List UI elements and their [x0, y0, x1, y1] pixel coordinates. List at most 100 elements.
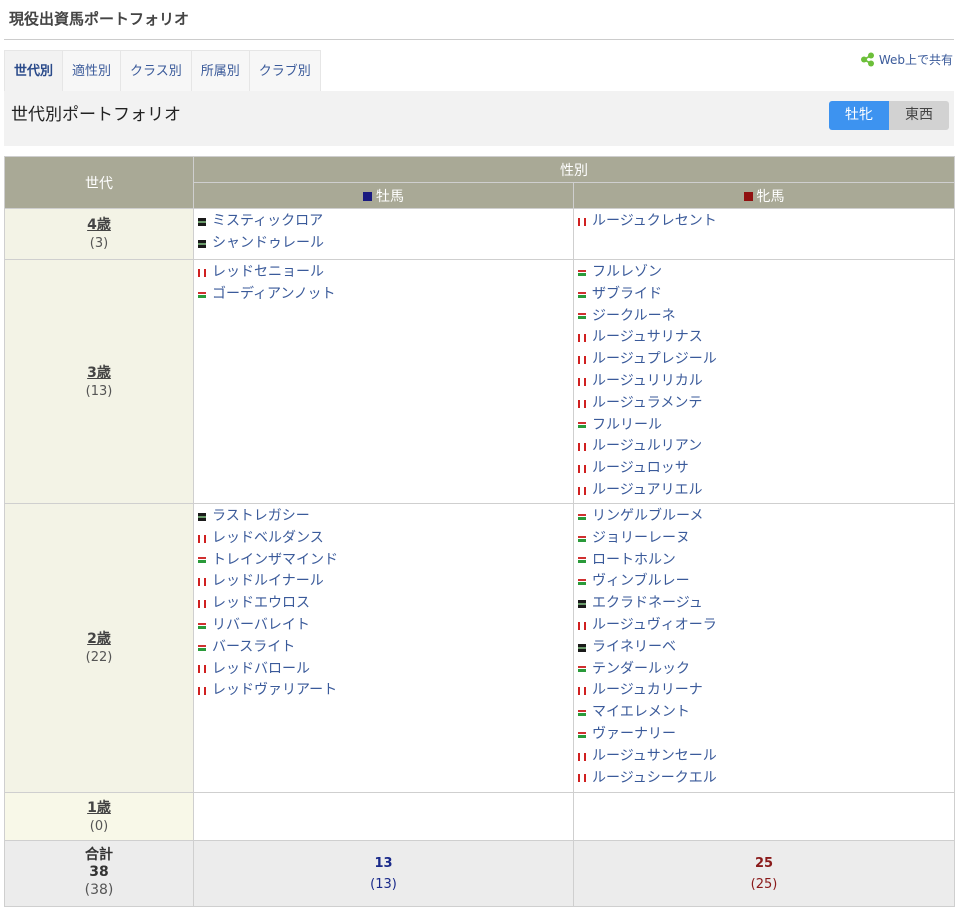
horse-link[interactable]: レッドセニョール: [198, 262, 573, 284]
horse-link[interactable]: ルージュラメンテ: [578, 393, 954, 415]
horse-name: ミスティックロア: [212, 213, 324, 229]
horse-link[interactable]: ルージュアリエル: [578, 480, 954, 502]
horse-link[interactable]: レッドルイナール: [198, 571, 573, 593]
subheader-panel: 世代別ポートフォリオ 牡牝 東西: [4, 91, 954, 146]
generation-link[interactable]: 3歳: [5, 362, 193, 382]
tab-aptitude[interactable]: 適性別: [62, 50, 122, 91]
share-label: Web上で共有: [878, 53, 953, 67]
horse-name: ルージュロッサ: [592, 460, 689, 477]
horse-link[interactable]: ルージュサリナス: [578, 327, 954, 349]
horse-link[interactable]: フルレゾン: [578, 262, 954, 284]
silk-icon: [578, 465, 586, 474]
total-count: (38): [84, 882, 114, 898]
horse-name: ジョリーレーヌ: [592, 529, 690, 546]
horse-name: ルージュシークエル: [592, 769, 717, 786]
horse-link[interactable]: ミスティックロア: [198, 211, 573, 233]
horse-link[interactable]: ザブライド: [578, 284, 954, 306]
horse-name: リバーバレイト: [212, 616, 310, 633]
horse-link[interactable]: ルージュヴィオーラ: [578, 615, 954, 637]
silk-icon: [578, 356, 586, 365]
tab-affiliation[interactable]: 所属別: [190, 50, 250, 91]
horse-name: ザブライド: [592, 285, 662, 302]
horse-link[interactable]: ジークルーネ: [578, 306, 954, 328]
horse-link[interactable]: バースライト: [198, 637, 573, 659]
horse-link[interactable]: マイエレメント: [578, 702, 954, 724]
horse-link[interactable]: ルージュプレジール: [578, 349, 954, 371]
tab-generation[interactable]: 世代別: [4, 50, 64, 91]
horse-link[interactable]: ロートホルン: [578, 550, 954, 572]
horse-link[interactable]: リバーバレイト: [198, 615, 573, 637]
generation-link[interactable]: 1歳: [5, 797, 193, 817]
silk-icon: [578, 687, 586, 696]
silk-icon: [578, 709, 586, 718]
share-icon: [860, 52, 874, 67]
page-title: 現役出資馬ポートフォリオ: [9, 10, 190, 28]
horse-link[interactable]: レッドエウロス: [198, 593, 573, 615]
horse-name: ルージュヴィオーラ: [592, 616, 717, 633]
silk-icon: [578, 665, 586, 674]
horse-name: トレインザマインド: [212, 551, 338, 568]
horse-link[interactable]: リンゲルブルーメ: [578, 506, 954, 528]
horse-link[interactable]: ゴーディアンノット: [198, 284, 573, 306]
horse-link[interactable]: ヴィンブルレー: [578, 571, 954, 593]
horse-link[interactable]: エクラドネージュ: [578, 593, 954, 615]
horse-link[interactable]: ルージュルリアン: [578, 436, 954, 458]
horse-link[interactable]: レッドベルダンス: [198, 528, 573, 550]
horse-link[interactable]: ルージュクレセント: [578, 211, 954, 233]
share-link[interactable]: Web上で共有: [860, 51, 953, 68]
silk-icon: [578, 486, 586, 495]
horse-link[interactable]: ルージュカリーナ: [578, 680, 954, 702]
horse-link[interactable]: ヴァーナリー: [578, 724, 954, 746]
generation-link[interactable]: 4歳: [5, 214, 193, 234]
female-horse-list: リンゲルブルーメ ジョリーレーヌ ロートホルン ヴィンブルレー エクラドネージュ ルージュ…: [573, 503, 955, 793]
generation-count: (3): [89, 236, 109, 251]
male-square-icon: [363, 191, 372, 201]
horse-link[interactable]: トレインザマインド: [198, 550, 573, 572]
horse-name: ルージュカリーナ: [592, 682, 703, 699]
silk-icon: [578, 534, 586, 543]
horse-link[interactable]: ルージュロッサ: [578, 458, 954, 480]
horse-link[interactable]: ルージュシークエル: [578, 768, 954, 790]
horse-name: ルージュアリエル: [592, 481, 703, 498]
horse-link[interactable]: ルージュリリカル: [578, 371, 954, 393]
silk-icon: [578, 774, 586, 783]
toggle-sex-button[interactable]: 牡牝: [829, 101, 889, 130]
horse-link[interactable]: ルージュサンセール: [578, 746, 954, 768]
tab-class[interactable]: クラス別: [120, 50, 192, 91]
horse-name: ルージュクレセント: [592, 213, 717, 229]
male-horse-list: [193, 792, 574, 841]
horse-link[interactable]: シャンドゥレール: [198, 233, 573, 255]
horse-link[interactable]: ライネリーベ: [578, 637, 954, 659]
total-male-cell: 13 (13): [193, 840, 574, 907]
horse-link[interactable]: テンダールック: [578, 659, 954, 681]
horse-name: ヴィンブルレー: [592, 573, 690, 590]
horse-name: ゴーディアンノット: [212, 285, 336, 302]
horse-name: ルージュプレジール: [592, 351, 717, 368]
horse-link[interactable]: フルリール: [578, 415, 954, 437]
generation-count: (13): [85, 383, 113, 399]
total-male-count: (13): [370, 876, 397, 892]
silk-icon: [578, 290, 586, 299]
horse-name: エクラドネージュ: [592, 595, 703, 612]
view-toggle: 牡牝 東西: [829, 101, 949, 130]
horse-link[interactable]: レッドヴァリアート: [198, 680, 573, 702]
horse-name: ルージュルリアン: [592, 438, 703, 455]
horse-link[interactable]: ジョリーレーヌ: [578, 528, 954, 550]
silk-icon: [198, 217, 206, 226]
silk-icon: [578, 512, 586, 521]
total-female-count: (25): [750, 876, 778, 892]
silk-icon: [198, 268, 206, 277]
silk-icon: [578, 399, 586, 408]
header-female: 牝馬: [573, 182, 955, 209]
total-value: 38: [89, 864, 109, 880]
horse-link[interactable]: ラストレガシー: [198, 506, 573, 528]
total-label: 合計: [85, 847, 113, 863]
header-generation: 世代: [4, 156, 194, 209]
horse-link[interactable]: レッドバロール: [198, 659, 573, 681]
generation-link[interactable]: 2歳: [5, 628, 193, 648]
horse-name: ジークルーネ: [592, 307, 676, 324]
female-horse-list: フルレゾン ザブライドジークルーネルージュサリナスルージュプレジールルージュリリカ…: [573, 259, 955, 504]
female-horse-list: [573, 792, 955, 841]
toggle-region-button[interactable]: 東西: [889, 101, 949, 130]
tab-club[interactable]: クラブ別: [248, 50, 321, 91]
